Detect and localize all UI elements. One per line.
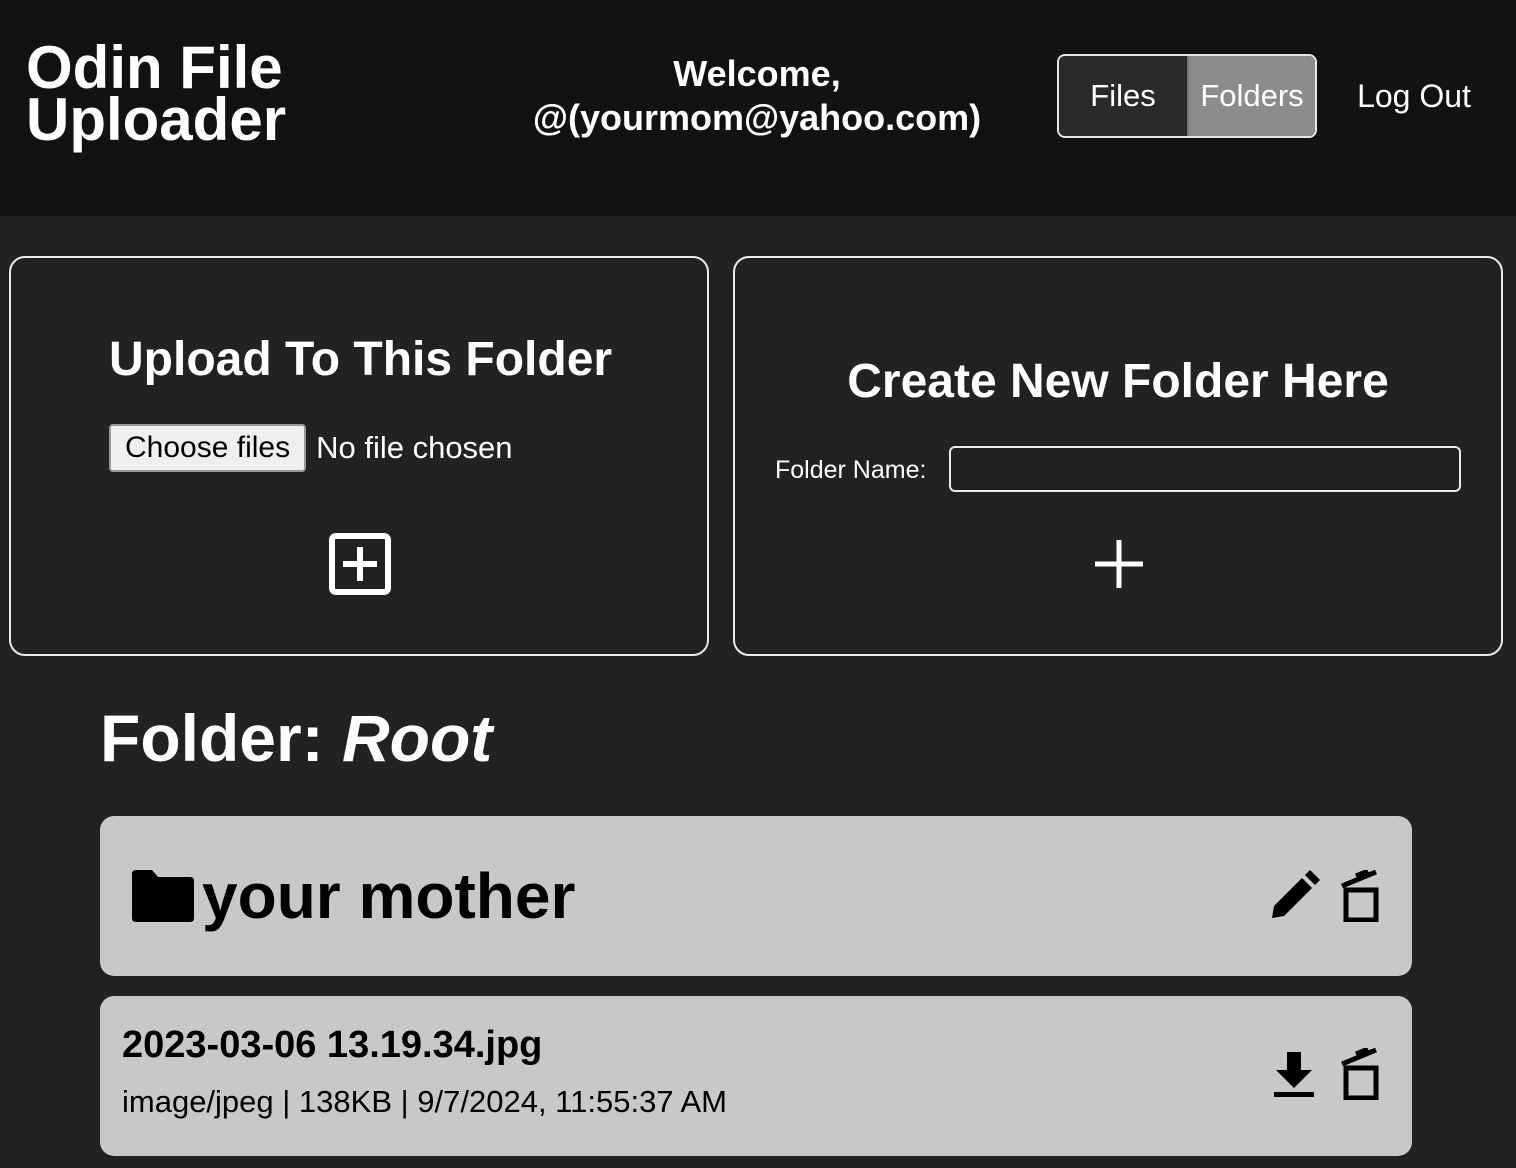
nav-folders-button[interactable]: Folders: [1189, 56, 1315, 136]
file-status-text: No file chosen: [316, 430, 513, 465]
nav-files-button[interactable]: Files: [1059, 56, 1189, 136]
file-row[interactable]: 2023-03-06 13.19.34.jpg image/jpeg | 138…: [100, 996, 1412, 1156]
folder-row[interactable]: your mother: [100, 816, 1412, 976]
welcome-greeting: Welcome,: [673, 53, 841, 94]
create-folder-card: Create New Folder Here Folder Name:: [733, 256, 1503, 656]
create-folder-title: Create New Folder Here: [847, 355, 1389, 408]
file-meta: image/jpeg | 138KB | 9/7/2024, 11:55:37 …: [122, 1084, 727, 1119]
upload-card: Upload To This Folder Choose files No fi…: [9, 256, 709, 656]
folder-name-input[interactable]: [949, 446, 1461, 492]
download-icon[interactable]: [1268, 1048, 1320, 1100]
folder-name-label: Folder Name:: [775, 456, 927, 484]
trash-icon[interactable]: [1336, 1048, 1388, 1100]
choose-files-button[interactable]: Choose files: [109, 424, 307, 472]
trash-icon[interactable]: [1336, 870, 1388, 922]
folder-heading-prefix: Folder:: [100, 701, 324, 775]
plus-square-icon[interactable]: [329, 533, 391, 595]
welcome-message: Welcome, @(yourmom@yahoo.com): [500, 52, 1014, 140]
app-header: Odin File Uploader Welcome, @(yourmom@ya…: [0, 0, 1516, 216]
nav-toggle-group: Files Folders: [1057, 54, 1317, 138]
current-folder-heading: Folder: Root: [100, 700, 492, 776]
app-title: Odin File Uploader: [26, 34, 287, 153]
upload-card-title: Upload To This Folder: [109, 333, 613, 386]
file-input[interactable]: Choose files No file chosen: [109, 424, 513, 472]
file-name[interactable]: 2023-03-06 13.19.34.jpg: [122, 1024, 542, 1067]
plus-icon[interactable]: [1091, 536, 1147, 592]
folder-icon: [132, 870, 194, 922]
folder-heading-name: Root: [342, 701, 493, 775]
logout-link[interactable]: Log Out: [1344, 76, 1484, 116]
pencil-icon[interactable]: [1268, 870, 1320, 922]
welcome-user-email: @(yourmom@yahoo.com): [532, 97, 982, 138]
folder-name[interactable]: your mother: [202, 860, 575, 932]
